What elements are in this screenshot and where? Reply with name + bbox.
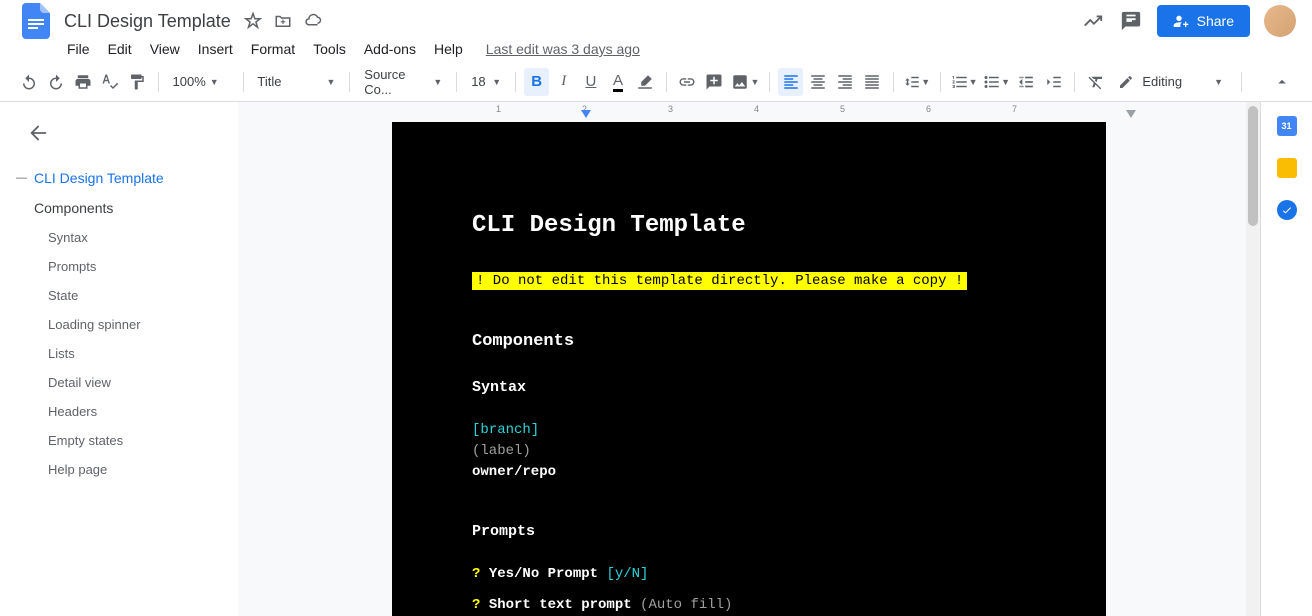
- doc-h1: CLI Design Template: [472, 212, 1026, 239]
- warning-banner: ! Do not edit this template directly. Pl…: [472, 272, 967, 290]
- menu-insert[interactable]: Insert: [191, 37, 240, 61]
- toolbar: 100%▼ Title▼ Source Co...▼ 18▼ B I U A ▼…: [0, 62, 1312, 102]
- ruler[interactable]: 1 2 3 4 5 6 7: [238, 102, 1260, 118]
- size-select[interactable]: 18▼: [465, 70, 507, 93]
- trends-icon[interactable]: [1081, 9, 1105, 33]
- numbered-list-icon[interactable]: ▼: [949, 68, 980, 96]
- avatar[interactable]: [1264, 5, 1296, 37]
- share-label: Share: [1197, 13, 1234, 29]
- highlight-icon[interactable]: [633, 68, 658, 96]
- align-center-icon[interactable]: [805, 68, 830, 96]
- menu-tools[interactable]: Tools: [306, 37, 353, 61]
- menu-addons[interactable]: Add-ons: [357, 37, 423, 61]
- outline-item-empty[interactable]: Empty states: [0, 426, 238, 455]
- menubar: File Edit View Insert Format Tools Add-o…: [0, 36, 1312, 62]
- main: CLI Design Template Components Syntax Pr…: [0, 102, 1312, 616]
- document-canvas[interactable]: 1 2 3 4 5 6 7 CLI Design Template ! Do n…: [238, 102, 1260, 616]
- scrollbar[interactable]: [1246, 102, 1260, 616]
- redo-icon[interactable]: [43, 68, 68, 96]
- scrollbar-thumb[interactable]: [1248, 106, 1258, 226]
- mode-button[interactable]: Editing ▼: [1110, 70, 1231, 94]
- outline-item-title[interactable]: CLI Design Template: [0, 163, 238, 193]
- ruler-indent-left-icon[interactable]: [581, 110, 591, 120]
- menu-file[interactable]: File: [60, 37, 97, 61]
- outline-item-syntax[interactable]: Syntax: [0, 223, 238, 252]
- add-comment-icon[interactable]: [702, 68, 727, 96]
- zoom-select[interactable]: 100%▼: [167, 70, 235, 93]
- syntax-owner: owner/repo: [472, 462, 1026, 483]
- outline-item-detail[interactable]: Detail view: [0, 368, 238, 397]
- prompt-line-yn: ? Yes/No Prompt [y/N]: [472, 564, 1026, 585]
- text-color-icon[interactable]: A: [605, 68, 630, 96]
- style-select[interactable]: Title▼: [251, 70, 341, 93]
- title-bar: CLI Design Template Share: [0, 0, 1312, 36]
- outline-item-help[interactable]: Help page: [0, 455, 238, 484]
- indent-increase-icon[interactable]: [1041, 68, 1066, 96]
- link-icon[interactable]: [675, 68, 700, 96]
- menu-view[interactable]: View: [143, 37, 187, 61]
- align-right-icon[interactable]: [832, 68, 857, 96]
- align-left-icon[interactable]: [778, 68, 803, 96]
- bullet-list-icon[interactable]: ▼: [981, 68, 1012, 96]
- last-edit[interactable]: Last edit was 3 days ago: [486, 41, 640, 57]
- cloud-icon[interactable]: [303, 11, 323, 31]
- doc-h3-syntax: Syntax: [472, 379, 1026, 396]
- format-paint-icon[interactable]: [125, 68, 150, 96]
- outline-item-state[interactable]: State: [0, 281, 238, 310]
- outline-item-loading[interactable]: Loading spinner: [0, 310, 238, 339]
- ruler-indent-right-icon[interactable]: [1126, 110, 1136, 120]
- star-icon[interactable]: [243, 11, 263, 31]
- collapse-icon[interactable]: [1268, 68, 1296, 96]
- side-panel: 31: [1260, 102, 1312, 616]
- prompt-line-short: ? Short text prompt (Auto fill): [472, 595, 1026, 616]
- move-icon[interactable]: [273, 11, 293, 31]
- outline-item-components[interactable]: Components: [0, 193, 238, 223]
- back-icon[interactable]: [0, 122, 238, 163]
- syntax-branch: [branch]: [472, 420, 1026, 441]
- page[interactable]: CLI Design Template ! Do not edit this t…: [392, 122, 1106, 616]
- syntax-label: (label): [472, 441, 1026, 462]
- font-select[interactable]: Source Co...▼: [358, 63, 448, 101]
- indent-decrease-icon[interactable]: [1014, 68, 1039, 96]
- outline-sidebar: CLI Design Template Components Syntax Pr…: [0, 102, 238, 616]
- italic-icon[interactable]: I: [551, 68, 576, 96]
- menu-help[interactable]: Help: [427, 37, 470, 61]
- bold-icon[interactable]: B: [524, 68, 549, 96]
- menu-edit[interactable]: Edit: [101, 37, 139, 61]
- keep-icon[interactable]: [1277, 158, 1297, 178]
- calendar-icon[interactable]: 31: [1277, 116, 1297, 136]
- doc-h3-prompts: Prompts: [472, 523, 1026, 540]
- undo-icon[interactable]: [16, 68, 41, 96]
- menu-format[interactable]: Format: [244, 37, 302, 61]
- comment-icon[interactable]: [1119, 9, 1143, 33]
- docs-logo-icon[interactable]: [16, 1, 56, 41]
- underline-icon[interactable]: U: [578, 68, 603, 96]
- line-spacing-icon[interactable]: ▼: [901, 68, 932, 96]
- print-icon[interactable]: [70, 68, 95, 96]
- spellcheck-icon[interactable]: [97, 68, 122, 96]
- document-title[interactable]: CLI Design Template: [60, 9, 235, 34]
- image-icon[interactable]: ▼: [729, 68, 761, 96]
- align-justify-icon[interactable]: [859, 68, 884, 96]
- clear-format-icon[interactable]: [1083, 68, 1108, 96]
- share-button[interactable]: Share: [1157, 5, 1250, 37]
- outline-item-headers[interactable]: Headers: [0, 397, 238, 426]
- doc-h2-components: Components: [472, 332, 1026, 351]
- outline-item-prompts[interactable]: Prompts: [0, 252, 238, 281]
- outline-item-lists[interactable]: Lists: [0, 339, 238, 368]
- tasks-icon[interactable]: [1277, 200, 1297, 220]
